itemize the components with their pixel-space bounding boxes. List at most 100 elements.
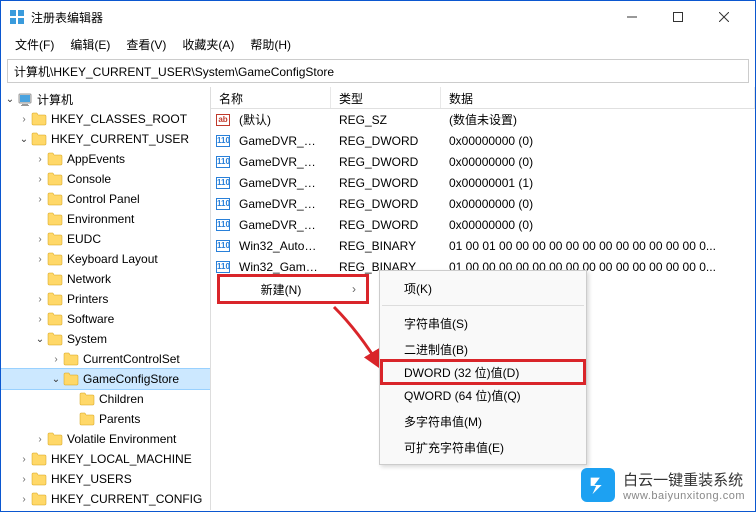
tree-chevron-icon[interactable]: › <box>33 154 47 165</box>
tree-chevron-icon[interactable]: ⌄ <box>3 94 17 105</box>
tree-panel[interactable]: ⌄计算机›HKEY_CLASSES_ROOT ⌄ HKEY_CURRENT_USER… <box>1 87 211 510</box>
tree-item[interactable]: ›AppEvents <box>1 149 210 169</box>
tree-item[interactable]: Children <box>1 389 210 409</box>
submenu-item[interactable]: DWORD (32 位)值(D) <box>380 359 586 385</box>
folder-icon <box>31 492 47 506</box>
tree-label: CurrentControlSet <box>83 352 180 366</box>
watermark-logo-icon <box>581 468 615 502</box>
menu-view[interactable]: 查看(V) <box>118 34 174 55</box>
menu-help[interactable]: 帮助(H) <box>242 34 299 55</box>
menu-favorites[interactable]: 收藏夹(A) <box>174 34 242 55</box>
tree-label: EUDC <box>67 232 101 246</box>
tree-label: Children <box>99 392 144 406</box>
regedit-window: 注册表编辑器 文件(F) 编辑(E) 查看(V) 收藏夹(A) 帮助(H) 计算… <box>0 0 756 512</box>
tree-item[interactable]: ›HKEY_CURRENT_CONFIG <box>1 489 210 509</box>
maximize-button[interactable] <box>655 1 701 33</box>
watermark-url: www.baiyunxitong.com <box>623 490 745 502</box>
tree-item[interactable]: ⌄ HKEY_CURRENT_USER <box>1 129 210 149</box>
col-data[interactable]: 数据 <box>441 87 755 108</box>
menu-file[interactable]: 文件(F) <box>7 34 62 55</box>
submenu-item[interactable]: 多字符串值(M) <box>380 408 586 434</box>
tree-chevron-icon[interactable]: › <box>17 454 31 465</box>
folder-icon <box>31 452 47 466</box>
tree-item[interactable]: › Volatile Environment <box>1 429 210 449</box>
submenu-item[interactable]: 字符串值(S) <box>380 310 586 336</box>
value-row[interactable]: 110Win32_AutoGa...REG_BINARY01 00 01 00 … <box>211 235 755 256</box>
address-bar[interactable]: 计算机\HKEY_CURRENT_USER\System\GameConfigS… <box>7 59 749 83</box>
tree-item[interactable]: ›Software <box>1 309 210 329</box>
value-row[interactable]: 110GameDVR_Ena...REG_DWORD0x00000001 (1) <box>211 172 755 193</box>
tree-chevron-icon[interactable]: › <box>49 354 63 365</box>
tree-item[interactable]: ›HKEY_CLASSES_ROOT <box>1 109 210 129</box>
tree-label: GameConfigStore <box>83 372 179 386</box>
value-row[interactable]: 110GameDVR_EFS...REG_DWORD0x00000000 (0) <box>211 151 755 172</box>
value-data: (数值未设置) <box>441 110 755 129</box>
tree-item[interactable]: Parents <box>1 409 210 429</box>
tree-label: HKEY_USERS <box>51 472 132 486</box>
folder-icon <box>47 152 63 166</box>
value-row[interactable]: ab(默认)REG_SZ(数值未设置) <box>211 109 755 130</box>
tree-item[interactable]: › Control Panel <box>1 189 210 209</box>
value-name: (默认) <box>231 110 331 129</box>
value-row[interactable]: 110GameDVR_DX...REG_DWORD0x00000000 (0) <box>211 130 755 151</box>
tree-chevron-icon[interactable]: › <box>33 174 47 185</box>
value-type: REG_DWORD <box>331 175 441 191</box>
value-type: REG_BINARY <box>331 238 441 254</box>
col-type[interactable]: 类型 <box>331 87 441 108</box>
tree-chevron-icon[interactable]: › <box>17 114 31 125</box>
value-row[interactable]: 110GameDVR_Ho...REG_DWORD0x00000000 (0) <box>211 214 755 235</box>
tree-chevron-icon[interactable]: › <box>17 494 31 505</box>
tree-chevron-icon[interactable]: › <box>33 234 47 245</box>
tree-chevron-icon[interactable]: › <box>33 254 47 265</box>
tree-chevron-icon[interactable]: › <box>33 194 47 205</box>
tree-chevron-icon[interactable]: › <box>17 474 31 485</box>
submenu-item[interactable]: QWORD (64 位)值(Q) <box>380 382 586 408</box>
tree-item[interactable]: › CurrentControlSet <box>1 349 210 369</box>
tree-item[interactable]: ›HKEY_LOCAL_MACHINE <box>1 449 210 469</box>
tree-item[interactable]: ⌄ GameConfigStore <box>1 369 210 389</box>
value-name: GameDVR_EFS... <box>231 154 331 170</box>
value-data: 0x00000000 (0) <box>441 217 755 233</box>
value-data: 01 00 01 00 00 00 00 00 00 00 00 00 00 0… <box>441 238 755 254</box>
col-name[interactable]: 名称 <box>211 87 331 108</box>
submenu-item[interactable]: 项(K) <box>380 275 586 301</box>
tree-item[interactable]: ›Printers <box>1 289 210 309</box>
minimize-button[interactable] <box>609 1 655 33</box>
folder-icon <box>47 192 63 206</box>
titlebar: 注册表编辑器 <box>1 1 755 33</box>
tree-chevron-icon[interactable]: ⌄ <box>49 374 63 385</box>
tree-chevron-icon[interactable]: › <box>33 314 47 325</box>
tree-label: Volatile Environment <box>67 432 176 446</box>
close-button[interactable] <box>701 1 747 33</box>
tree-chevron-icon[interactable]: ⌄ <box>33 334 47 345</box>
tree-chevron-icon[interactable]: › <box>33 294 47 305</box>
value-name: GameDVR_Ho... <box>231 217 331 233</box>
tree-item[interactable]: Environment <box>1 209 210 229</box>
value-data: 0x00000001 (1) <box>441 175 755 191</box>
tree-chevron-icon[interactable]: › <box>33 434 47 445</box>
tree-item[interactable]: ›Keyboard Layout <box>1 249 210 269</box>
menu-edit[interactable]: 编辑(E) <box>62 34 118 55</box>
folder-icon <box>47 172 63 186</box>
submenu-item[interactable]: 可扩充字符串值(E) <box>380 434 586 460</box>
value-row[interactable]: 110GameDVR_FSE...REG_DWORD0x00000000 (0) <box>211 193 755 214</box>
tree-item[interactable]: › HKEY_USERS <box>1 469 210 489</box>
value-name: GameDVR_FSE... <box>231 196 331 212</box>
folder-icon <box>79 412 95 426</box>
tree-item[interactable]: ›Console <box>1 169 210 189</box>
tree-label: HKEY_CURRENT_USER <box>51 132 189 146</box>
tree-chevron-icon[interactable]: ⌄ <box>17 134 31 145</box>
tree-item[interactable]: › EUDC <box>1 229 210 249</box>
tree-item[interactable]: Network <box>1 269 210 289</box>
context-new-item[interactable]: 新建(N) › <box>217 274 369 304</box>
menu-separator <box>382 305 584 306</box>
value-type-icon: 110 <box>215 133 231 149</box>
tree-item[interactable]: ⌄System <box>1 329 210 349</box>
folder-icon <box>47 332 63 346</box>
content-area: ⌄计算机›HKEY_CLASSES_ROOT ⌄ HKEY_CURRENT_USER… <box>1 87 755 510</box>
value-name: GameDVR_DX... <box>231 133 331 149</box>
tree-item[interactable]: ⌄计算机 <box>1 89 210 109</box>
value-type: REG_DWORD <box>331 196 441 212</box>
folder-icon <box>63 372 79 386</box>
tree-label: Control Panel <box>67 192 140 206</box>
